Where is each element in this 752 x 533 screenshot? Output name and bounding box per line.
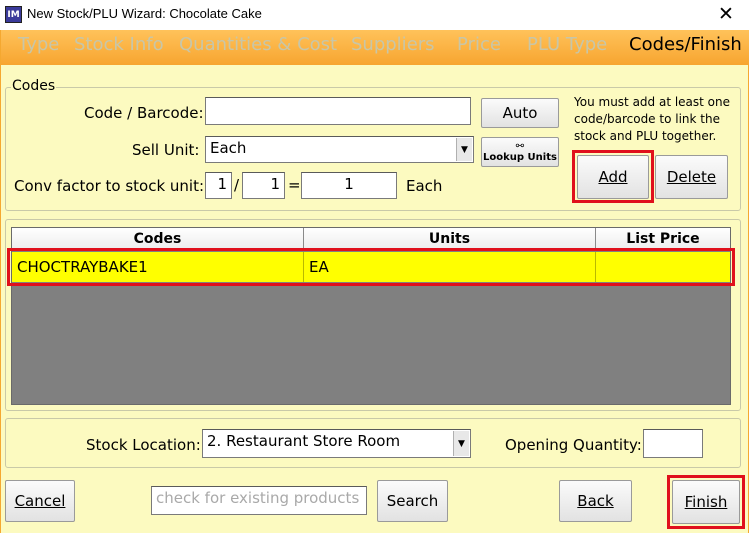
search-placeholder: check for existing products xyxy=(156,489,360,507)
conv-slash: / xyxy=(234,176,240,194)
back-button[interactable]: Back xyxy=(559,480,632,522)
stock-location-select[interactable]: 2. Restaurant Store Room ▼ xyxy=(202,429,471,458)
tab-plu-type[interactable]: PLU Type xyxy=(527,34,607,55)
chevron-down-icon[interactable]: ▼ xyxy=(453,431,469,456)
title-bar: IM New Stock/PLU Wizard: Chocolate Cake … xyxy=(0,0,752,30)
code-barcode-input[interactable] xyxy=(205,97,471,125)
sell-unit-select[interactable]: Each ▼ xyxy=(205,136,474,163)
code-barcode-label: Code / Barcode: xyxy=(84,104,204,122)
lookup-units-label: Lookup Units xyxy=(483,152,557,163)
stock-location-label: Stock Location: xyxy=(86,436,201,454)
cancel-button[interactable]: Cancel xyxy=(5,480,75,522)
codes-legend: Codes xyxy=(11,78,57,94)
wizard-tab-strip: Type Stock Info Quantities & Cost Suppli… xyxy=(0,30,749,65)
app-logo-icon: IM xyxy=(5,6,22,23)
add-button-highlight xyxy=(572,150,654,203)
conv-unit-label: Each xyxy=(406,177,443,195)
conv-factor-label: Conv factor to stock unit: xyxy=(14,177,205,195)
cancel-label: Cancel xyxy=(14,492,66,510)
column-header-units[interactable]: Units xyxy=(304,228,596,250)
delete-label: Delete xyxy=(666,168,717,186)
column-header-list-price[interactable]: List Price xyxy=(596,228,730,250)
binoculars-icon: ⚯ xyxy=(515,141,525,152)
tab-stock-info[interactable]: Stock Info xyxy=(74,34,164,55)
lookup-units-button[interactable]: ⚯ Lookup Units xyxy=(481,137,559,167)
close-icon[interactable]: ✕ xyxy=(713,2,739,26)
tab-type[interactable]: Type xyxy=(18,34,59,55)
opening-quantity-label: Opening Quantity: xyxy=(505,436,642,454)
stock-location-value: 2. Restaurant Store Room xyxy=(207,432,401,450)
conv-numerator-input[interactable]: 1 xyxy=(205,172,232,199)
sell-unit-value: Each xyxy=(210,139,247,157)
codes-info-text: You must add at least one code/barcode t… xyxy=(574,95,731,143)
tab-price[interactable]: Price xyxy=(457,34,501,55)
tab-suppliers[interactable]: Suppliers xyxy=(351,34,435,55)
auto-button[interactable]: Auto xyxy=(481,98,559,128)
tab-codes-finish[interactable]: Codes/Finish xyxy=(629,34,742,55)
chevron-down-icon[interactable]: ▼ xyxy=(456,138,472,161)
conv-equals: = xyxy=(288,176,301,194)
tab-quantities-cost[interactable]: Quantities & Cost xyxy=(179,34,337,55)
back-label: Back xyxy=(577,492,614,510)
table-row-highlight xyxy=(7,248,735,286)
conv-result-input[interactable]: 1 xyxy=(301,172,397,199)
conv-denominator-input[interactable]: 1 xyxy=(242,172,285,199)
opening-quantity-input[interactable] xyxy=(643,429,703,458)
finish-button-highlight xyxy=(667,475,745,529)
existing-products-search-input[interactable]: check for existing products xyxy=(151,486,367,515)
window-title: New Stock/PLU Wizard: Chocolate Cake xyxy=(27,6,262,21)
search-button[interactable]: Search xyxy=(377,480,448,522)
sell-unit-label: Sell Unit: xyxy=(132,141,200,159)
delete-button[interactable]: Delete xyxy=(655,155,728,199)
column-header-codes[interactable]: Codes xyxy=(12,228,304,250)
